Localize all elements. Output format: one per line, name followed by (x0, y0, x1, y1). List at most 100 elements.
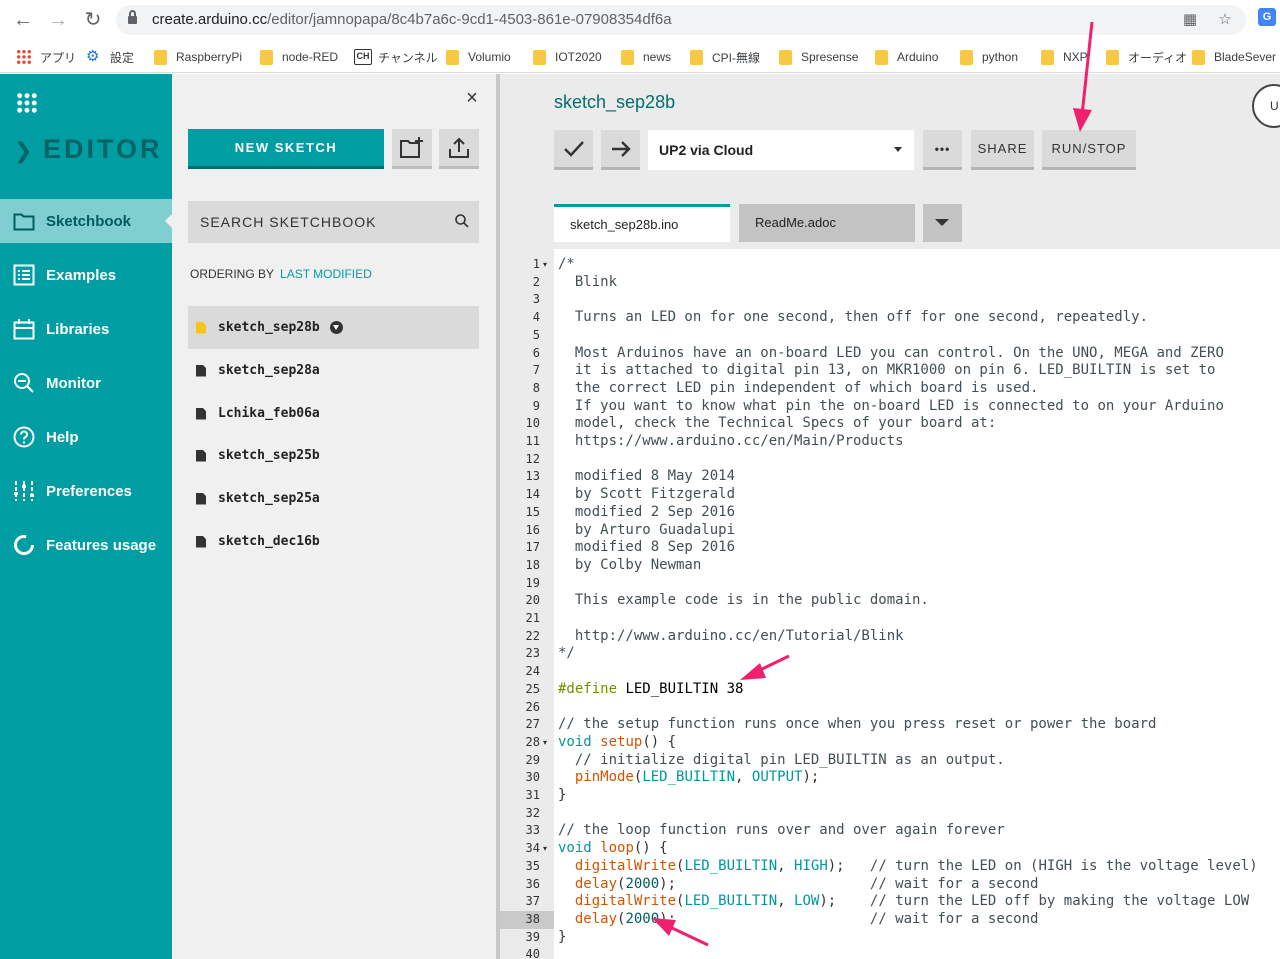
line-number: 25 (525, 681, 540, 696)
file-icon (196, 322, 206, 334)
bookmark-news[interactable]: news (621, 48, 671, 66)
line-number: 16 (525, 522, 540, 537)
bookmark-iot2020[interactable]: IOT2020 (533, 48, 602, 66)
search-sketchbook-input[interactable]: SEARCH SKETCHBOOK (188, 201, 479, 243)
upload-button[interactable] (601, 130, 640, 170)
more-options-button[interactable]: ••• (923, 130, 962, 170)
bookmark-label: Arduino (897, 50, 939, 64)
verify-button[interactable] (554, 130, 593, 170)
fold-caret-icon[interactable]: ▾ (543, 734, 547, 752)
bookmark-apps[interactable]: アプリ (16, 48, 76, 66)
tab-readme[interactable]: ReadMe.adoc (739, 204, 915, 242)
new-folder-button[interactable] (392, 129, 432, 169)
tab-sketch-ino[interactable]: sketch_sep28b.ino (554, 204, 730, 242)
nav-features-usage[interactable]: Features usage (0, 523, 172, 567)
sketch-title[interactable]: sketch_sep28b (554, 92, 675, 113)
bookmark-raspberrypi[interactable]: RaspberryPi (154, 48, 242, 66)
bookmark-settings[interactable]: ⚙ 設定 (86, 48, 134, 66)
sketch-item[interactable]: sketch_sep25b (188, 434, 479, 477)
translate-icon[interactable]: ▦ (1181, 11, 1199, 29)
nav-libraries[interactable]: Libraries (0, 307, 172, 351)
line-number: 18 (525, 557, 540, 572)
file-icon (196, 365, 206, 377)
nav-label: Features usage (46, 536, 157, 554)
checkmark-icon (563, 140, 584, 157)
line-number: 21 (525, 611, 540, 625)
nav-examples[interactable]: Examples (0, 253, 172, 297)
bookmark-spresense[interactable]: Spresense (779, 48, 858, 66)
line-number: 3 (532, 292, 540, 307)
fold-caret-icon[interactable]: ▾ (543, 840, 547, 858)
board-selector[interactable]: UP2 via Cloud (648, 130, 914, 170)
bookmark-node-red[interactable]: node-RED (260, 48, 338, 66)
run-stop-button[interactable]: RUN/STOP (1042, 130, 1136, 170)
line-number: 7 (532, 363, 540, 378)
dropdown-caret-icon[interactable] (329, 321, 343, 334)
line-number: 24 (525, 664, 540, 679)
tab-menu-caret-icon[interactable] (923, 204, 962, 242)
bookmark-audio[interactable]: オーディオ (1106, 48, 1187, 66)
sketch-item-active[interactable]: sketch_sep28b (188, 306, 479, 349)
forward-arrow-icon[interactable]: → (46, 8, 70, 32)
back-arrow-icon[interactable]: ← (11, 8, 35, 32)
bookmark-python[interactable]: python (960, 48, 1018, 66)
bookmark-label: アプリ (40, 50, 77, 65)
bookmark-label: python (982, 50, 1019, 64)
url-host: create.arduino.cc (152, 11, 268, 28)
address-bar[interactable]: create.arduino.cc/editor/jamnopapa/8c4b7… (116, 5, 1246, 35)
line-number: 38 (500, 910, 554, 929)
chevron-right-icon: ❯ (14, 138, 33, 163)
code-line: https://www.arduino.cc/en/Main/Products (558, 433, 904, 449)
share-button[interactable]: SHARE (971, 130, 1034, 170)
bookmark-channel[interactable]: CH チャンネル (354, 48, 438, 66)
nav-preferences[interactable]: Preferences (0, 469, 172, 513)
url-path: /editor/jamnopapa/8c4b7a6c-9cd1-4503-861… (267, 11, 672, 28)
search-icon[interactable] (455, 214, 469, 228)
bookmark-label: NXP (1063, 50, 1088, 64)
sketch-item[interactable]: sketch_sep28a (188, 349, 479, 392)
new-sketch-button[interactable]: NEW SKETCH (188, 129, 384, 169)
code-line: void setup() { (558, 733, 677, 750)
code-line: // the setup function runs once when you… (558, 716, 1157, 733)
apps-grid-icon[interactable] (16, 92, 38, 114)
sketch-item[interactable]: Lchika_feb06a (188, 392, 479, 435)
code-line: http://www.arduino.cc/en/Tutorial/Blink (558, 627, 904, 644)
folder-icon (621, 49, 634, 65)
folder-icon (1106, 49, 1119, 65)
reload-icon[interactable]: ↻ (81, 8, 105, 32)
line-number: 34 (525, 841, 540, 856)
line-number: 32 (525, 805, 540, 820)
code-line: } (558, 787, 567, 803)
line-number: 17 (525, 540, 540, 555)
close-icon[interactable]: × (462, 88, 482, 108)
code-line: Most Arduinos have an on-board LED you c… (558, 344, 1224, 361)
bookmark-bladesever[interactable]: BladeSever (1192, 48, 1276, 66)
nav-monitor[interactable]: Monitor (0, 361, 172, 405)
star-icon[interactable]: ☆ (1216, 11, 1234, 29)
url-text[interactable]: create.arduino.cc/editor/jamnopapa/8c4b7… (152, 11, 672, 28)
code-line: #define LED_BUILTIN 38 (558, 680, 744, 697)
bookmark-label: CPI-無線 (712, 50, 761, 65)
sketch-name: sketch_sep28b (218, 320, 320, 335)
sketch-item[interactable]: sketch_sep25a (188, 477, 479, 520)
code-line: delay(2000); // wait for a second (574, 910, 1039, 927)
ordering-value[interactable]: LAST MODIFIED (280, 267, 372, 281)
code-line: modified 8 Sep 2016 (558, 539, 736, 556)
code-line: /* (558, 256, 575, 272)
nav-sketchbook[interactable]: Sketchbook (0, 199, 173, 243)
user-avatar[interactable]: U (1252, 84, 1280, 128)
sliders-icon (13, 480, 35, 502)
nav-help[interactable]: Help (0, 415, 172, 459)
line-number: 20 (525, 593, 540, 608)
bookmark-cpi[interactable]: CPI-無線 (690, 48, 760, 66)
fold-caret-icon[interactable]: ▾ (543, 256, 547, 274)
folder-icon (260, 49, 273, 65)
extension-icon[interactable]: G (1258, 8, 1276, 26)
bookmark-volumio[interactable]: Volumio (446, 48, 511, 66)
sketch-item[interactable]: sketch_dec16b (188, 520, 479, 563)
bookmark-arduino[interactable]: Arduino (875, 48, 938, 66)
bookmark-nxp[interactable]: NXP (1041, 48, 1088, 66)
import-button[interactable] (439, 129, 479, 169)
line-number: 8 (532, 380, 540, 395)
upload-icon (449, 137, 469, 158)
